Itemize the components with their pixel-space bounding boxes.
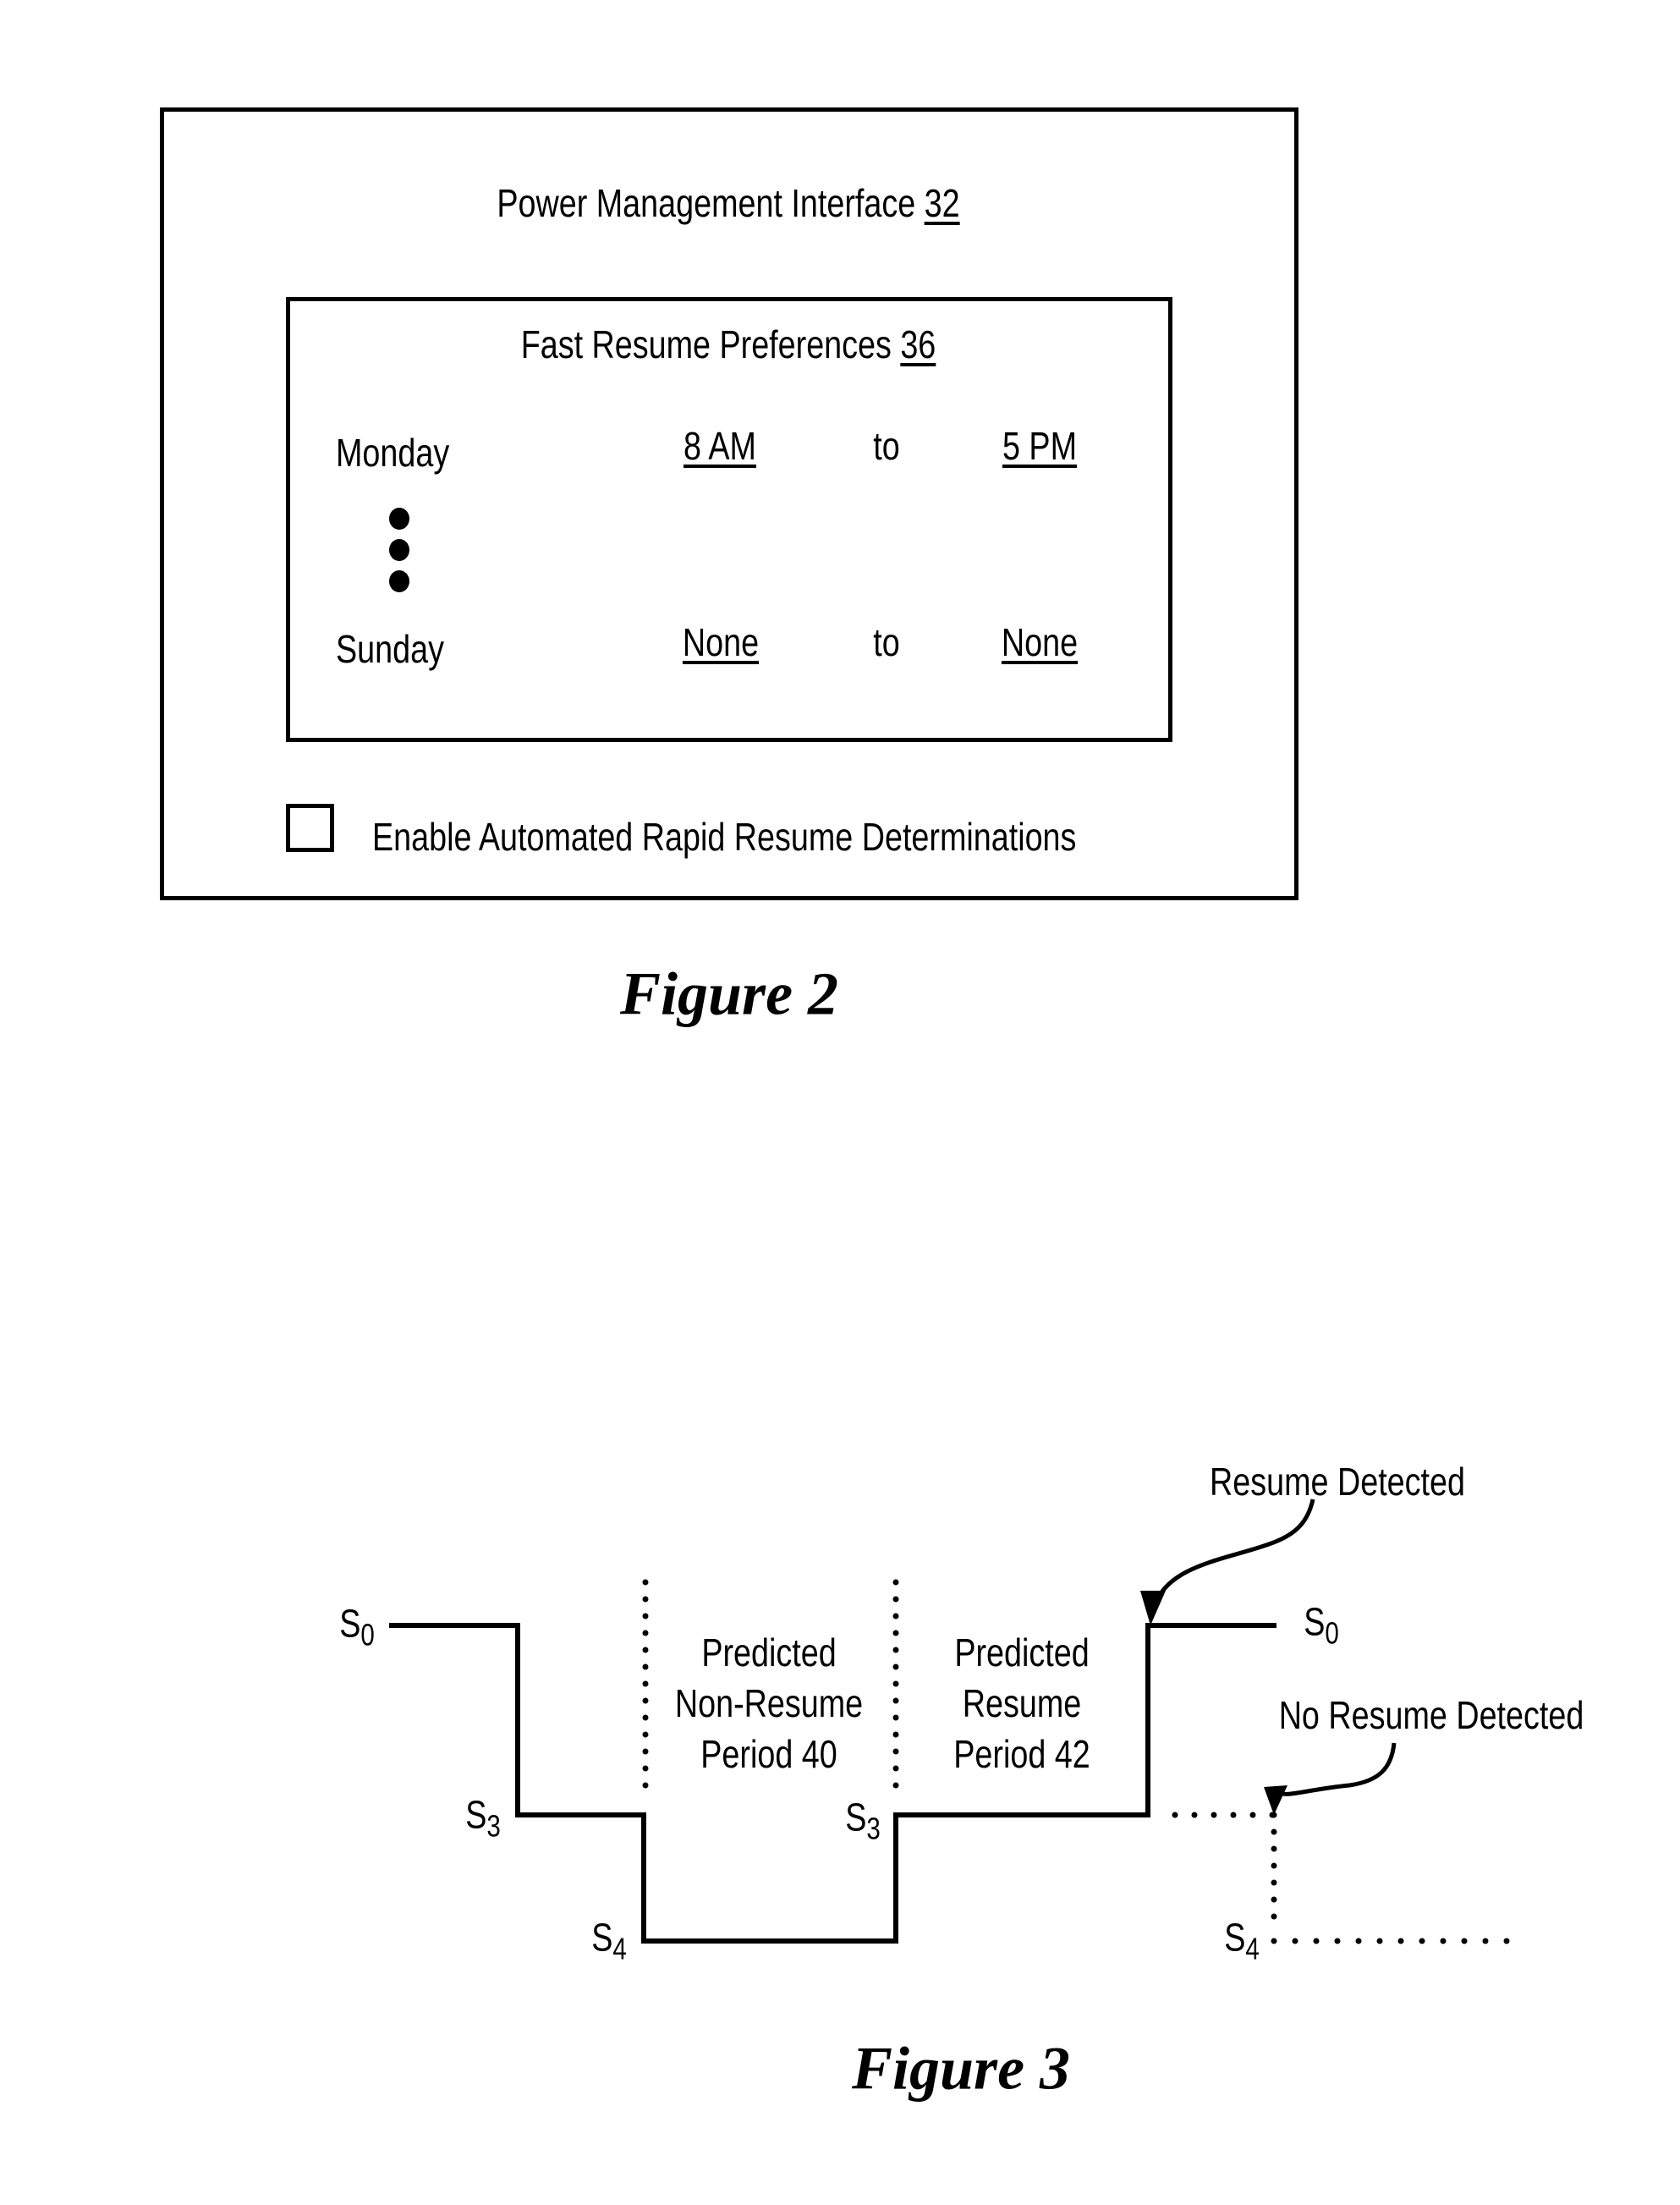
state-label-s0-left: S0 [339, 1601, 375, 1652]
no-resume-detected-arrow-icon [1264, 1742, 1397, 1815]
resume-detected-arrow-icon [1140, 1498, 1315, 1625]
state-label-s4-mid: S4 [591, 1915, 627, 1966]
state-label-s0-right: S0 [1304, 1599, 1339, 1651]
state-label-s3-left: S3 [465, 1792, 501, 1844]
no-resume-detected-annotation: No Resume Detected [1278, 1693, 1584, 1737]
resume-detected-annotation: Resume Detected [1210, 1460, 1465, 1504]
state-label-s4-right: S4 [1224, 1915, 1260, 1966]
state-label-s3-mid: S3 [845, 1795, 881, 1846]
power-state-timing-diagram [389, 1498, 1514, 1944]
figure-3-caption: Figure 3 [851, 2034, 1071, 2103]
